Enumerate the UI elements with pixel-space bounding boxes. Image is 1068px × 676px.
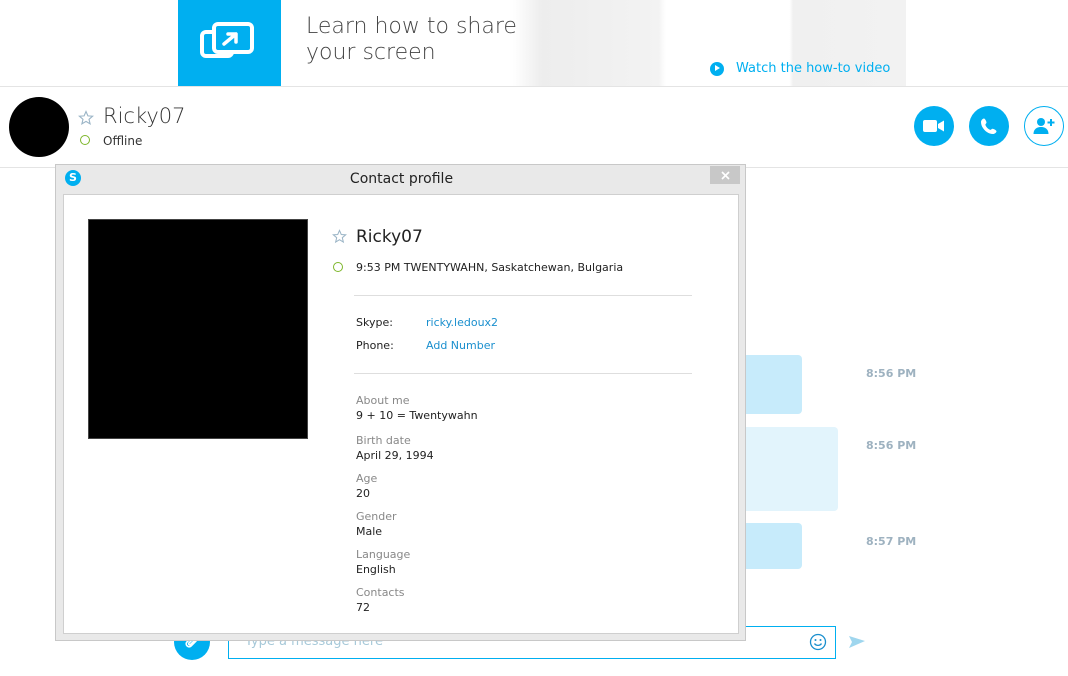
avatar[interactable]: [9, 97, 69, 157]
profile-picture: [88, 219, 308, 439]
birth-date-label: Birth date: [356, 434, 411, 447]
add-person-icon: [1033, 118, 1055, 134]
dialog-titlebar[interactable]: S Contact profile: [56, 165, 745, 193]
skype-name-link[interactable]: ricky.ledoux2: [426, 316, 498, 329]
close-icon: [720, 170, 730, 180]
birth-date-value: April 29, 1994: [356, 449, 434, 462]
divider: [0, 86, 1068, 87]
favorite-star-icon[interactable]: [332, 229, 347, 244]
divider: [354, 373, 692, 374]
profile-name: Ricky07: [356, 227, 423, 247]
presence-offline-icon: [80, 135, 90, 145]
contacts-value: 72: [356, 601, 370, 614]
age-value: 20: [356, 487, 370, 500]
watch-video-label: Watch the how-to video: [736, 61, 891, 76]
contact-profile-dialog: S Contact profile Ricky07 9:53 PM TWENTY…: [55, 164, 746, 641]
send-icon[interactable]: [848, 634, 866, 650]
message-time: 8:57 PM: [866, 535, 917, 548]
about-me-label: About me: [356, 394, 410, 407]
message-bubble[interactable]: [740, 523, 802, 569]
contact-name[interactable]: Ricky07: [103, 104, 186, 128]
message-time: 8:56 PM: [866, 439, 917, 452]
presence-icon: [333, 262, 343, 272]
emoticon-icon[interactable]: [809, 633, 827, 651]
dialog-title: Contact profile: [349, 171, 454, 187]
about-me-value: 9 + 10 = Twentywahn: [356, 409, 478, 422]
message-bubble[interactable]: [740, 427, 838, 511]
profile-location: 9:53 PM TWENTYWAHN, Saskatchewan, Bulgar…: [356, 261, 624, 274]
message-time: 8:56 PM: [866, 367, 917, 380]
divider: [354, 295, 692, 296]
phone-label: Phone:: [356, 339, 394, 352]
ad-title: Learn how to share your screen: [306, 14, 517, 65]
add-contact-button[interactable]: [1024, 106, 1064, 146]
favorite-star-icon[interactable]: [78, 110, 94, 126]
audio-call-button[interactable]: [969, 106, 1009, 146]
video-icon: [923, 120, 944, 132]
gender-value: Male: [356, 525, 383, 538]
contact-status: Offline: [103, 134, 143, 148]
dialog-body: Ricky07 9:53 PM TWENTYWAHN, Saskatchewan…: [63, 194, 739, 634]
close-button[interactable]: [710, 166, 740, 184]
language-label: Language: [356, 548, 411, 561]
video-call-button[interactable]: [914, 106, 954, 146]
message-bubble[interactable]: [740, 355, 802, 414]
age-label: Age: [356, 472, 378, 485]
language-value: English: [356, 563, 396, 576]
add-number-link[interactable]: Add Number: [426, 339, 495, 352]
ad-banner[interactable]: Learn how to share your screen Watch the…: [178, 0, 906, 86]
play-icon: [710, 61, 724, 76]
skype-label: Skype:: [356, 316, 393, 329]
screen-share-icon: [178, 0, 281, 86]
gender-label: Gender: [356, 510, 397, 523]
phone-icon: [981, 118, 997, 134]
contacts-label: Contacts: [356, 586, 405, 599]
watch-video-link[interactable]: Watch the how-to video: [710, 61, 890, 76]
